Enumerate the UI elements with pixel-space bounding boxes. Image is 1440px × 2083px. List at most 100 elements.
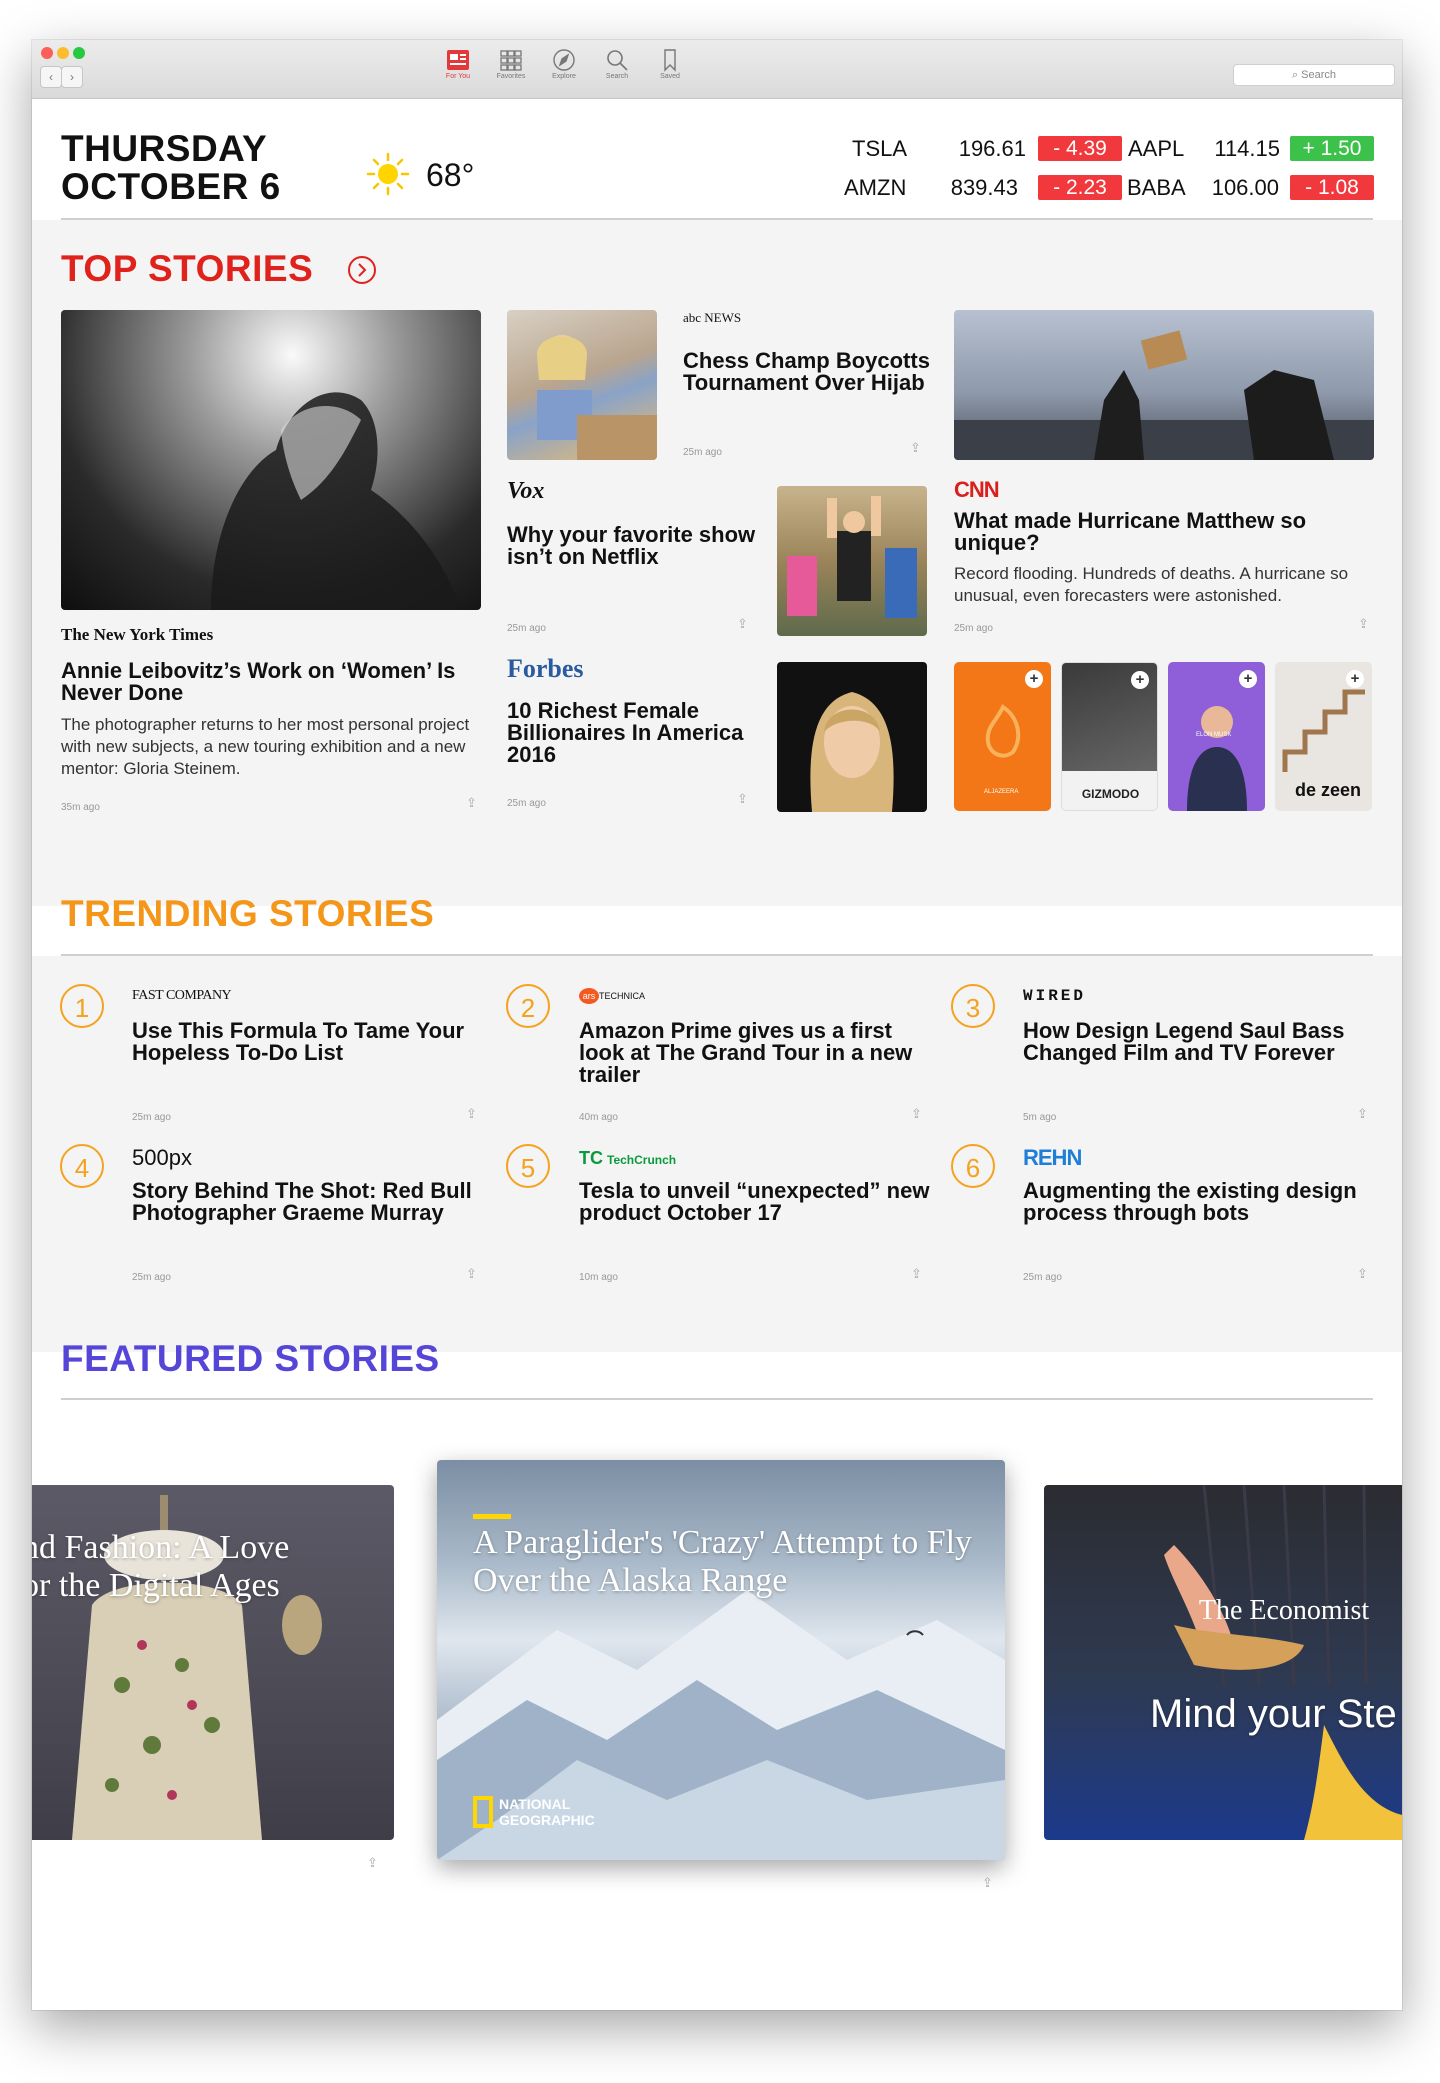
day-label: THURSDAY: [61, 128, 268, 169]
top-stories-title: TOP STORIES: [61, 248, 314, 289]
share-icon[interactable]: ⇪: [466, 1266, 477, 1282]
share-icon[interactable]: ⇪: [737, 791, 748, 807]
back-button[interactable]: ‹: [40, 66, 62, 88]
tab-explore[interactable]: Explore: [537, 48, 591, 80]
rank-badge: 3: [951, 984, 995, 1028]
source-logo-economist: The Economist: [1198, 1595, 1370, 1626]
add-channel-button[interactable]: +: [1131, 671, 1149, 689]
source-logo-abc: abc NEWS: [683, 310, 742, 325]
featured-card-fashion[interactable]: nd Fashion: A Love or the Digital Ages: [32, 1485, 394, 1840]
share-icon[interactable]: ⇪: [1357, 1266, 1368, 1282]
story-headline[interactable]: What made Hurricane Matthew so unique?: [954, 510, 1374, 554]
bookmark-icon: [664, 49, 676, 72]
tab-favorites[interactable]: Favorites: [484, 48, 538, 80]
rank-badge: 6: [951, 1144, 995, 1188]
source-logo-forbes: Forbes: [507, 654, 584, 683]
source-logo-vox: Vox: [507, 478, 545, 504]
source-logo-natgeo: NATIONAL GEOGRAPHIC: [499, 1796, 595, 1828]
sun-icon: [366, 152, 410, 196]
story-image-forbes[interactable]: [777, 662, 927, 812]
story-headline[interactable]: Tesla to unveil “unexpected” new product…: [579, 1180, 939, 1224]
close-window-button[interactable]: [41, 47, 53, 59]
share-icon[interactable]: ⇪: [367, 1855, 378, 1871]
rank-badge: 4: [60, 1144, 104, 1188]
zoom-window-button[interactable]: [73, 47, 85, 59]
rank-badge: 1: [60, 984, 104, 1028]
source-logo-techcrunch: TC TechCrunch: [579, 1148, 677, 1168]
tab-saved[interactable]: Saved: [643, 48, 697, 80]
for-you-icon: [447, 50, 469, 70]
magnifier-icon: [607, 50, 628, 71]
story-image-hurricane[interactable]: [954, 310, 1374, 460]
story-headline[interactable]: Augmenting the existing design process t…: [1023, 1180, 1383, 1224]
stock-ticker[interactable]: TSLA 196.61 - 4.39: [852, 136, 1134, 162]
share-icon[interactable]: ⇪: [466, 1106, 477, 1122]
story-headline[interactable]: Chess Champ Boycotts Tournament Over Hij…: [683, 350, 933, 394]
story-headline[interactable]: Why your favorite show isn’t on Netflix: [507, 524, 757, 568]
story-time: 35m ago: [61, 802, 100, 813]
add-channel-button[interactable]: +: [1346, 670, 1364, 688]
channel-tile-aljazeera[interactable]: ALJAZEERA +: [954, 662, 1051, 811]
story-time: 25m ago: [132, 1272, 171, 1283]
share-icon[interactable]: ⇪: [911, 1106, 922, 1122]
stock-change-badge: - 1.08: [1290, 175, 1374, 200]
compass-icon: [553, 49, 575, 71]
stock-ticker[interactable]: AAPL 114.15 + 1.50: [1128, 136, 1402, 162]
stock-ticker[interactable]: AMZN 839.43 - 2.23: [844, 175, 1134, 201]
story-headline[interactable]: 10 Richest Female Billionaires In Americ…: [507, 700, 757, 766]
share-icon[interactable]: ⇪: [466, 795, 477, 811]
toolbar: ‹ › For You Favorites Explore Search Sav…: [32, 40, 1402, 99]
story-time: 40m ago: [579, 1112, 618, 1123]
add-channel-button[interactable]: +: [1025, 670, 1043, 688]
search-input[interactable]: ⌕ Search: [1233, 64, 1395, 86]
rank-badge: 5: [506, 1144, 550, 1188]
add-channel-button[interactable]: +: [1239, 670, 1257, 688]
app-window: ‹ › For You Favorites Explore Search Sav…: [32, 40, 1402, 2010]
story-time: 25m ago: [1023, 1272, 1062, 1283]
stock-ticker[interactable]: BABA 106.00 - 1.08: [1127, 175, 1402, 201]
story-headline[interactable]: Annie Leibovitz’s Work on ‘Women’ Is Nev…: [61, 660, 481, 704]
source-logo-fastcompany: FAST COMPANY: [132, 988, 232, 1003]
accent-bar: [473, 1514, 511, 1519]
featured-card-paraglider[interactable]: A Paraglider's 'Crazy' Attempt to Fly Ov…: [437, 1460, 1005, 1860]
story-time: 25m ago: [683, 447, 722, 458]
chevron-right-icon[interactable]: [347, 255, 377, 285]
source-logo-arstechnica: ars TECHNICA: [579, 988, 645, 1004]
story-image-chess[interactable]: [507, 310, 657, 460]
story-time: 5m ago: [1023, 1112, 1057, 1123]
tab-search[interactable]: Search: [590, 48, 644, 80]
minimize-window-button[interactable]: [57, 47, 69, 59]
stock-change-badge: - 4.39: [1038, 136, 1122, 161]
share-icon[interactable]: ⇪: [911, 1266, 922, 1282]
story-time: 25m ago: [507, 798, 546, 809]
channel-tile-dezeen[interactable]: de zeen +: [1275, 662, 1372, 811]
rank-badge: 2: [506, 984, 550, 1028]
story-time: 25m ago: [132, 1112, 171, 1123]
story-description: The photographer returns to her most per…: [61, 715, 470, 778]
tab-for-you[interactable]: For You: [431, 48, 485, 80]
featured-stories-title: FEATURED STORIES: [61, 1338, 440, 1379]
temperature: 68°: [426, 157, 475, 193]
featured-headline: nd Fashion: A Love or the Digital Ages: [32, 1529, 290, 1604]
trending-stories-title: TRENDING STORIES: [61, 893, 435, 934]
forward-button[interactable]: ›: [61, 66, 83, 88]
share-icon[interactable]: ⇪: [737, 616, 748, 632]
story-image-leibovitz[interactable]: [61, 310, 481, 610]
channel-tile-gizmodo[interactable]: GIZMODO +: [1061, 662, 1158, 811]
trending-section: [32, 956, 1402, 1352]
share-icon[interactable]: ⇪: [910, 440, 921, 456]
story-headline[interactable]: Use This Formula To Tame Your Hopeless T…: [132, 1020, 492, 1064]
story-image-netflix[interactable]: [777, 486, 927, 636]
story-headline[interactable]: Amazon Prime gives us a first look at Th…: [579, 1020, 939, 1086]
aljazeera-logo-icon: [985, 704, 1021, 758]
featured-card-economist[interactable]: The Economist Mind your Ste: [1044, 1485, 1402, 1840]
source-logo-cnn: CNN: [954, 477, 1000, 502]
share-icon[interactable]: ⇪: [982, 1875, 993, 1891]
share-icon[interactable]: ⇪: [1357, 1106, 1368, 1122]
story-time: 25m ago: [507, 623, 546, 634]
story-headline[interactable]: How Design Legend Saul Bass Changed Film…: [1023, 1020, 1383, 1064]
story-headline[interactable]: Story Behind The Shot: Red Bull Photogra…: [132, 1180, 492, 1224]
channel-tile-elon-musk[interactable]: ELON MUSK +: [1168, 662, 1265, 811]
story-time: 10m ago: [579, 1272, 618, 1283]
share-icon[interactable]: ⇪: [1358, 616, 1369, 632]
